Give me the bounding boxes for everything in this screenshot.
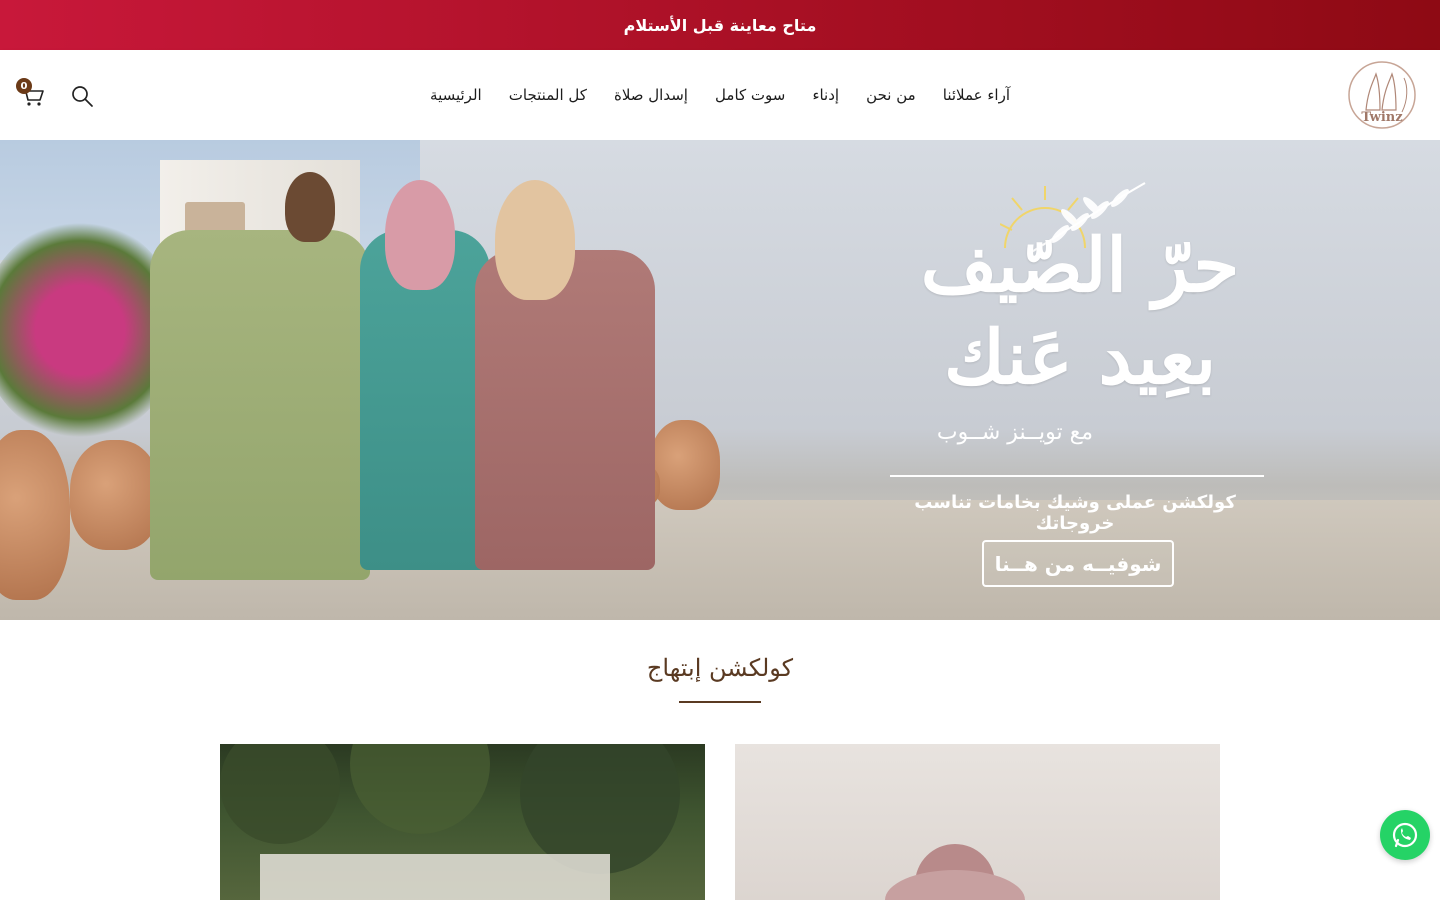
nav-item-about[interactable]: من نحن: [866, 86, 916, 104]
product-image: [885, 844, 1025, 900]
clay-pot: [0, 430, 70, 600]
header-actions: 0: [14, 78, 100, 114]
hero-banner[interactable]: حرّ الصّيف بعِيد عَنك مع تويــنز شــوب ك…: [0, 140, 1440, 620]
announcement-bar: متاح معاينة قبل الأستلام: [0, 0, 1440, 50]
hero-title: حرّ الصّيف بعِيد عَنك: [880, 220, 1280, 404]
product-card[interactable]: [735, 744, 1220, 900]
brand-logo[interactable]: Twinz: [1344, 60, 1420, 130]
main-nav: الرئيسية كل المنتجات إسدال صلاة سوت كامل…: [430, 50, 1010, 140]
site-header: Twinz الرئيسية كل المنتجات إسدال صلاة سو…: [0, 50, 1440, 140]
clay-pot: [650, 420, 720, 510]
logo-emblem-icon: Twinz: [1348, 61, 1416, 129]
nav-item-all-products[interactable]: كل المنتجات: [509, 86, 587, 104]
product-card[interactable]: [220, 744, 705, 900]
model-head: [285, 172, 335, 242]
hero-title-line-1: حرّ الصّيف: [920, 223, 1240, 309]
nav-item-full-suit[interactable]: سوت كامل: [715, 86, 785, 104]
nav-item-prayer-dress[interactable]: إسدال صلاة: [614, 86, 688, 104]
model-hijab-pink: [385, 180, 455, 290]
model-hijab-beige: [495, 180, 575, 300]
hero-caption: كولكشن عملى وشيك بخامات تناسب خروجاتك: [914, 492, 1236, 534]
whatsapp-icon: [1392, 822, 1418, 848]
hero-cta-button[interactable]: شوفيــه من هــنا: [982, 540, 1174, 587]
hero-subtitle: مع تويــنز شــوب: [936, 420, 1094, 445]
announcement-text: متاح معاينة قبل الأستلام: [623, 15, 817, 35]
whatsapp-button[interactable]: [1380, 810, 1430, 860]
collection-title: كولكشن إبتهاج: [646, 654, 794, 682]
cart-count-badge: 0: [16, 78, 32, 94]
nav-item-idnaa[interactable]: إدناء: [812, 86, 839, 104]
collection-title-underline: [679, 701, 761, 703]
hero-divider: [890, 475, 1264, 477]
search-icon: [72, 86, 93, 107]
clay-pot: [70, 440, 160, 550]
cart-button[interactable]: 0: [14, 78, 50, 114]
model-rose-dress: [475, 250, 655, 570]
hero-title-line-2: بعِيد عَنك: [943, 315, 1217, 401]
logo-text: Twinz: [1361, 110, 1402, 125]
search-button[interactable]: [64, 78, 100, 114]
model-green-dress: [150, 230, 370, 580]
nav-item-reviews[interactable]: آراء عملائنا: [943, 86, 1010, 104]
nav-item-home[interactable]: الرئيسية: [430, 86, 482, 104]
product-image: [220, 744, 680, 900]
